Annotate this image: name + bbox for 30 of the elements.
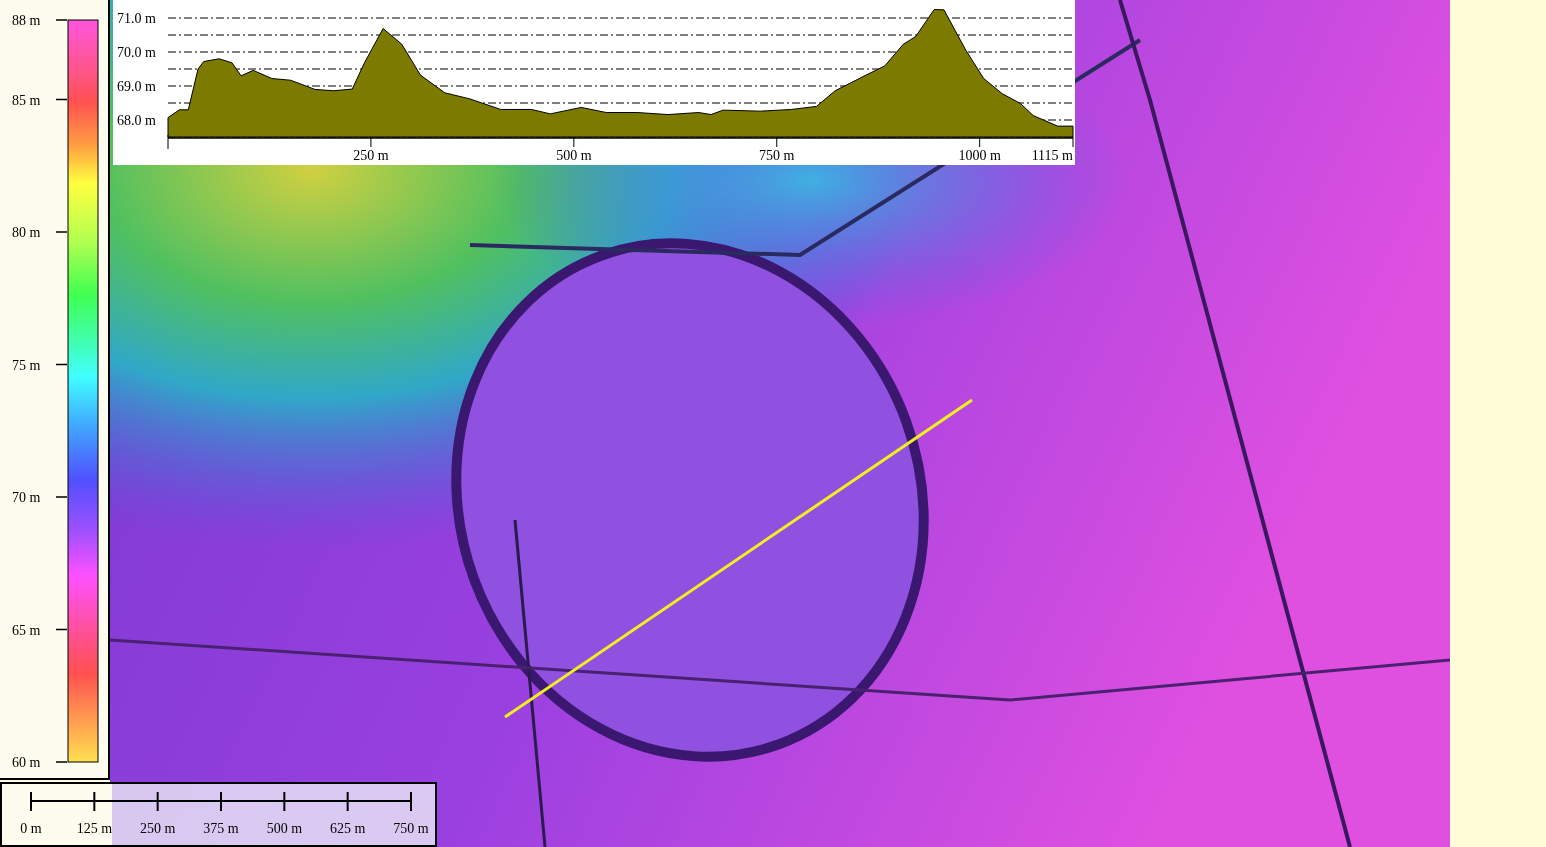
tick-mark	[55, 19, 68, 21]
tick-mark	[55, 761, 68, 763]
tick-mark	[55, 98, 68, 101]
tick-mark	[55, 231, 68, 233]
legend-label: 60 m	[12, 755, 41, 770]
scale-label: 375 m	[203, 821, 239, 836]
y-axis-label: 69.0 m	[117, 79, 156, 94]
tick-mark	[55, 496, 68, 498]
y-axis-label: 71.0 m	[117, 11, 156, 26]
scale-label: 125 m	[76, 821, 113, 836]
legend-label: 88 m	[12, 13, 41, 28]
x-axis-label: 250 m	[353, 148, 389, 163]
scale-label: 500 m	[266, 821, 303, 836]
legend-label: 65 m	[12, 622, 41, 638]
legend-label: 85 m	[12, 92, 41, 108]
tick-mark	[55, 363, 68, 366]
scale-label: 625 m	[329, 821, 366, 836]
x-axis-label: 750 m	[759, 148, 795, 163]
scale-label: 750 m	[393, 821, 429, 836]
scale-label: 0 m	[20, 821, 42, 836]
scale-label: 250 m	[139, 821, 176, 836]
legend-label: 75 m	[12, 357, 41, 373]
x-axis-label: 1000 m	[958, 148, 1001, 163]
y-axis-label: 68.0 m	[117, 113, 156, 128]
x-axis-label: 500 m	[556, 148, 592, 163]
x-axis-label: 1115 m	[1031, 148, 1073, 163]
legend-label: 70 m	[12, 490, 41, 505]
tick-mark	[55, 628, 68, 631]
legend-label: 80 m	[12, 225, 41, 240]
y-axis-label: 70.0 m	[117, 45, 156, 60]
